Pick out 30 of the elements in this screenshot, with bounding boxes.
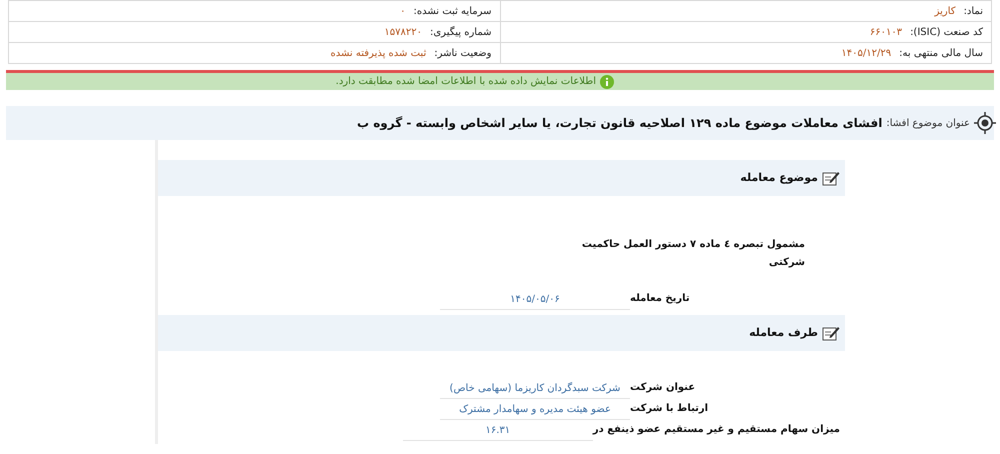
- info-icon: [600, 74, 614, 88]
- subject-title: افشای معاملات موضوع ماده ۱۲۹ اصلاحیه قانون تجارت، یا سایر اشخاص وابسته - گروه ب: [356, 115, 882, 132]
- field-label: شماره پیگیری:: [430, 25, 492, 40]
- field-label: سال مالی منتهی به:: [899, 46, 983, 60]
- subject-label: عنوان موضوع افشا:: [886, 116, 970, 130]
- field-label: ارتباط با شرکت: [630, 402, 710, 416]
- field-value: ۱۴۰۵/۱۲/۲۹: [841, 46, 892, 60]
- field-value: ثبت شده پذیرفته نشده: [330, 46, 426, 60]
- field-value: کاریز: [934, 4, 956, 18]
- field-label: تاریخ معامله: [630, 292, 691, 306]
- field-label: نماد:: [964, 4, 983, 18]
- section-title: موضوع معامله: [740, 170, 818, 186]
- field-label: عنوان شرکت: [630, 381, 696, 395]
- edit-note-icon: [822, 325, 840, 341]
- field-value: ۱۶.۳۱: [402, 423, 593, 441]
- field-value: ۱۴۰۵/۰۵/۰۶: [440, 292, 630, 310]
- field-value: ۱۵۷۸۲۲۰: [384, 26, 422, 40]
- field-value: ۶۶۰۱۰۳: [870, 26, 902, 40]
- target-icon: [974, 112, 996, 134]
- field-label: سرمایه ثبت نشده:: [414, 4, 492, 18]
- field-value: ۰: [400, 4, 406, 18]
- field-value: شرکت سبدگردان کاریزما (سهامی خاص): [440, 381, 630, 399]
- section-title: طرف معامله: [749, 324, 818, 341]
- field-label: میزان سهام مستقیم و غیر مستقیم عضو ذینفع در: [592, 423, 840, 437]
- field-label: وضعیت ناشر:: [434, 46, 492, 60]
- edit-note-icon: [822, 170, 840, 186]
- field-label: کد صنعت (ISIC):: [910, 26, 983, 40]
- note-text: مشمول تبصره ٤ ماده ۷ دستور العمل حاکمیت شرکتی: [580, 238, 805, 270]
- field-value: عضو هیئت مدیره و سهامدار مشترک: [440, 402, 630, 420]
- notice-text: اطلاعات نمایش داده شده با اطلاعات امضا شده مطابقت دارد.: [336, 75, 596, 89]
